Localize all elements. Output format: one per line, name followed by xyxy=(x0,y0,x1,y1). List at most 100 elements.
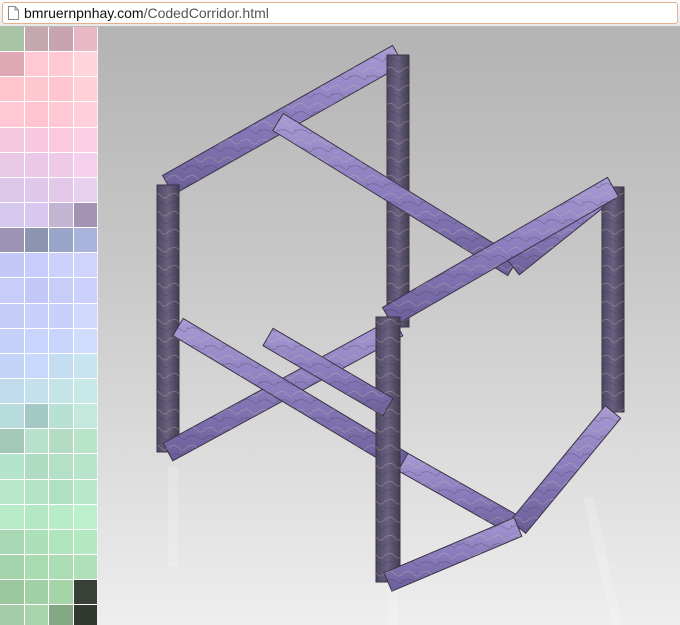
palette-swatch[interactable] xyxy=(73,202,97,228)
palette-swatch[interactable] xyxy=(49,177,73,202)
palette-swatch[interactable] xyxy=(0,228,24,253)
palette-swatch[interactable] xyxy=(24,554,48,580)
palette-swatch[interactable] xyxy=(0,27,24,52)
palette-swatch[interactable] xyxy=(73,429,97,454)
palette-swatch[interactable] xyxy=(24,605,48,625)
palette-swatch[interactable] xyxy=(24,504,48,529)
palette-swatch[interactable] xyxy=(49,278,73,303)
palette-swatch[interactable] xyxy=(49,454,73,479)
palette-swatch[interactable] xyxy=(24,303,48,328)
palette-swatch[interactable] xyxy=(73,378,97,404)
palette-swatch[interactable] xyxy=(49,554,73,580)
palette-swatch[interactable] xyxy=(73,52,97,77)
palette-swatch[interactable] xyxy=(49,529,73,554)
palette-swatch[interactable] xyxy=(49,328,73,353)
palette-swatch[interactable] xyxy=(73,580,97,605)
palette-swatch[interactable] xyxy=(49,378,73,404)
webgl-scene[interactable] xyxy=(98,27,680,625)
palette-swatch[interactable] xyxy=(0,580,24,605)
palette-swatch[interactable] xyxy=(73,177,97,202)
palette-swatch[interactable] xyxy=(0,202,24,228)
palette-swatch[interactable] xyxy=(24,404,48,429)
palette-swatch[interactable] xyxy=(24,353,48,378)
url-text: bmruernpnhay.com/CodedCorridor.html xyxy=(24,5,269,21)
palette-swatch[interactable] xyxy=(0,102,24,127)
palette-swatch[interactable] xyxy=(24,152,48,177)
palette-swatch[interactable] xyxy=(49,102,73,127)
palette-swatch[interactable] xyxy=(24,429,48,454)
palette-swatch[interactable] xyxy=(24,228,48,253)
palette-swatch[interactable] xyxy=(73,454,97,479)
palette-swatch[interactable] xyxy=(73,404,97,429)
palette-swatch[interactable] xyxy=(24,202,48,228)
palette-swatch[interactable] xyxy=(73,102,97,127)
palette-swatch[interactable] xyxy=(49,404,73,429)
palette-swatch[interactable] xyxy=(0,127,24,152)
palette-swatch[interactable] xyxy=(49,353,73,378)
palette-swatch[interactable] xyxy=(73,529,97,554)
palette-swatch[interactable] xyxy=(0,52,24,77)
palette-swatch[interactable] xyxy=(24,77,48,102)
palette-swatch[interactable] xyxy=(49,228,73,253)
palette-swatch[interactable] xyxy=(24,278,48,303)
palette-swatch[interactable] xyxy=(24,378,48,404)
palette-swatch[interactable] xyxy=(0,404,24,429)
palette-swatch[interactable] xyxy=(0,504,24,529)
palette-swatch[interactable] xyxy=(24,529,48,554)
palette-swatch[interactable] xyxy=(49,202,73,228)
palette-swatch[interactable] xyxy=(24,454,48,479)
palette-swatch[interactable] xyxy=(24,127,48,152)
palette-swatch[interactable] xyxy=(49,303,73,328)
palette-swatch[interactable] xyxy=(0,353,24,378)
palette-swatch[interactable] xyxy=(49,253,73,278)
palette-swatch[interactable] xyxy=(24,52,48,77)
palette-swatch[interactable] xyxy=(73,504,97,529)
palette-swatch[interactable] xyxy=(0,454,24,479)
palette-swatch[interactable] xyxy=(24,177,48,202)
palette-swatch[interactable] xyxy=(73,479,97,504)
palette-swatch[interactable] xyxy=(0,529,24,554)
palette-swatch[interactable] xyxy=(0,303,24,328)
palette-swatch[interactable] xyxy=(0,378,24,404)
palette-swatch[interactable] xyxy=(0,554,24,580)
palette-swatch[interactable] xyxy=(73,554,97,580)
palette-swatch[interactable] xyxy=(49,77,73,102)
palette-swatch[interactable] xyxy=(0,328,24,353)
palette-swatch[interactable] xyxy=(73,278,97,303)
palette-swatch[interactable] xyxy=(49,27,73,52)
palette-swatch[interactable] xyxy=(49,479,73,504)
palette-swatch[interactable] xyxy=(24,328,48,353)
palette-swatch[interactable] xyxy=(73,228,97,253)
palette-swatch[interactable] xyxy=(73,77,97,102)
palette-swatch[interactable] xyxy=(0,605,24,625)
palette-swatch[interactable] xyxy=(49,580,73,605)
palette-swatch[interactable] xyxy=(24,27,48,52)
palette-swatch[interactable] xyxy=(73,303,97,328)
palette-swatch[interactable] xyxy=(24,479,48,504)
palette-swatch[interactable] xyxy=(0,253,24,278)
palette-swatch[interactable] xyxy=(73,27,97,52)
palette-swatch[interactable] xyxy=(0,177,24,202)
palette-swatch[interactable] xyxy=(49,52,73,77)
palette-swatch[interactable] xyxy=(0,479,24,504)
palette-swatch[interactable] xyxy=(73,605,97,625)
palette-swatch[interactable] xyxy=(49,504,73,529)
palette-swatch[interactable] xyxy=(0,77,24,102)
palette-swatch[interactable] xyxy=(0,278,24,303)
palette-swatch[interactable] xyxy=(0,152,24,177)
palette-swatch[interactable] xyxy=(73,127,97,152)
palette-swatch[interactable] xyxy=(73,353,97,378)
beam-texture xyxy=(157,185,179,452)
palette-swatch[interactable] xyxy=(24,102,48,127)
palette-swatch[interactable] xyxy=(24,253,48,278)
palette-swatch[interactable] xyxy=(73,152,97,177)
palette-swatch[interactable] xyxy=(49,152,73,177)
url-field[interactable]: bmruernpnhay.com/CodedCorridor.html xyxy=(2,2,678,24)
palette-swatch[interactable] xyxy=(73,253,97,278)
palette-swatch[interactable] xyxy=(0,429,24,454)
palette-swatch[interactable] xyxy=(73,328,97,353)
palette-swatch[interactable] xyxy=(24,580,48,605)
palette-swatch[interactable] xyxy=(49,127,73,152)
palette-swatch[interactable] xyxy=(49,429,73,454)
palette-swatch[interactable] xyxy=(49,605,73,625)
